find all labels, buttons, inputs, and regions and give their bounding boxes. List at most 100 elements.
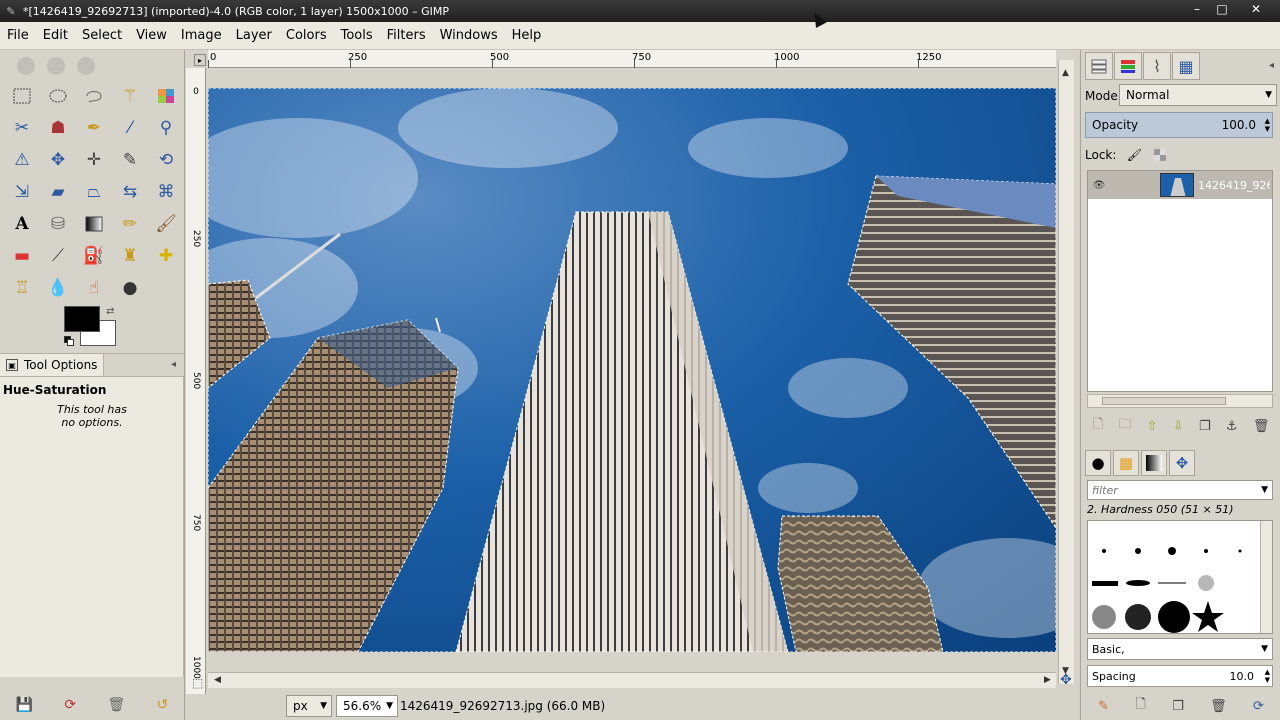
fuzzy-select-icon[interactable]: ⚚ bbox=[112, 80, 148, 112]
minimize-button[interactable]: – bbox=[1186, 0, 1208, 18]
menu-layer[interactable]: Layer bbox=[229, 28, 279, 43]
tab-undo[interactable]: ▦ bbox=[1172, 52, 1200, 80]
bucket-fill-icon[interactable]: ⛁ bbox=[40, 208, 76, 240]
navigate-icon[interactable]: ✥ bbox=[1060, 672, 1072, 688]
brush-grid[interactable] bbox=[1087, 520, 1273, 634]
blur-icon[interactable]: 💧 bbox=[40, 272, 76, 304]
paintbrush-icon[interactable]: 🖌 bbox=[148, 208, 184, 240]
foreground-color[interactable] bbox=[64, 306, 100, 332]
new-brush-icon[interactable]: 🗋 bbox=[1135, 695, 1145, 717]
anchor-layer-icon[interactable]: ⚓ bbox=[1226, 419, 1238, 434]
lock-pixels-icon[interactable]: 🖌 bbox=[1126, 147, 1142, 163]
tab-brushes[interactable]: ● bbox=[1085, 450, 1111, 476]
align-icon[interactable]: ✛ bbox=[76, 144, 112, 176]
tab-paths[interactable]: ⌇ bbox=[1143, 52, 1171, 80]
raise-layer-icon[interactable]: ⇧ bbox=[1147, 419, 1158, 434]
layers-scrollbar[interactable] bbox=[1087, 394, 1273, 408]
menu-filters[interactable]: Filters bbox=[380, 28, 433, 43]
spinner-icon[interactable]: ▲ ▼ bbox=[1265, 117, 1270, 133]
tab-gradients[interactable] bbox=[1141, 450, 1167, 476]
duplicate-layer-icon[interactable]: ❐ bbox=[1199, 419, 1211, 434]
menu-windows[interactable]: Windows bbox=[433, 28, 505, 43]
smudge-icon[interactable]: ☝ bbox=[76, 272, 112, 304]
menu-tools[interactable]: Tools bbox=[334, 28, 380, 43]
ellipse-select-icon[interactable] bbox=[40, 80, 76, 112]
scroll-up-icon[interactable]: ▲ bbox=[1062, 68, 1069, 78]
opacity-slider[interactable]: Opacity 100.0 ▲ ▼ bbox=[1085, 112, 1273, 138]
menu-view[interactable]: View bbox=[129, 28, 174, 43]
dodge-burn-icon[interactable]: ● bbox=[112, 272, 148, 304]
unit-select[interactable]: px ▼ bbox=[286, 695, 332, 717]
image-menu-button[interactable]: ▸ bbox=[194, 54, 206, 66]
eraser-icon[interactable]: ▬ bbox=[4, 240, 40, 272]
mode-select[interactable]: Normal ▼ bbox=[1119, 84, 1277, 106]
rotate-icon[interactable]: ⟲ bbox=[148, 144, 184, 176]
measure-icon[interactable]: ⚠ bbox=[4, 144, 40, 176]
restore-options-icon[interactable]: ⟳ bbox=[64, 697, 76, 713]
tab-patterns[interactable]: ▩ bbox=[1113, 450, 1139, 476]
shear-icon[interactable]: ▰ bbox=[40, 176, 76, 208]
tab-layers[interactable] bbox=[1085, 52, 1113, 80]
menu-colors[interactable]: Colors bbox=[279, 28, 334, 43]
brush-preset-select[interactable]: Basic, ▼ bbox=[1087, 638, 1273, 660]
foreground-select-icon[interactable]: ☗ bbox=[40, 112, 76, 144]
fg-bg-colors[interactable]: ⇄ bbox=[64, 306, 120, 352]
perspective-clone-icon[interactable]: ♖ bbox=[4, 272, 40, 304]
maximize-button[interactable]: □ bbox=[1211, 0, 1233, 18]
ink-icon[interactable]: ⛽ bbox=[76, 240, 112, 272]
pencil-icon[interactable]: ✏ bbox=[112, 208, 148, 240]
layer-name[interactable]: 1426419_926 bbox=[1198, 179, 1270, 192]
scroll-left-icon[interactable]: ◀ bbox=[214, 675, 221, 685]
blend-icon[interactable] bbox=[76, 208, 112, 240]
brush-filter-input[interactable]: filter ▼ bbox=[1087, 480, 1273, 500]
menu-file[interactable]: File bbox=[0, 28, 36, 43]
heal-icon[interactable]: ✚ bbox=[148, 240, 184, 272]
brush-grid-scrollbar[interactable] bbox=[1260, 521, 1272, 633]
clone-icon[interactable]: ♜ bbox=[112, 240, 148, 272]
menu-image[interactable]: Image bbox=[174, 28, 229, 43]
paths-icon[interactable]: ✒ bbox=[76, 112, 112, 144]
save-options-icon[interactable]: 💾 bbox=[16, 697, 33, 713]
scale-icon[interactable]: ⇲ bbox=[4, 176, 40, 208]
crop-icon[interactable]: ✎ bbox=[112, 144, 148, 176]
move-icon[interactable]: ✥ bbox=[40, 144, 76, 176]
new-layer-icon[interactable]: 🗋 bbox=[1093, 415, 1103, 437]
image-canvas[interactable] bbox=[208, 88, 1056, 652]
select-by-color-icon[interactable] bbox=[148, 80, 184, 112]
zoom-select[interactable]: 56.6% ▼ bbox=[336, 695, 398, 717]
layer-row[interactable]: 👁 1426419_926 bbox=[1088, 171, 1272, 199]
reset-options-icon[interactable]: ↺ bbox=[157, 697, 169, 713]
spacing-slider[interactable]: Spacing 10.0 ▲ ▼ bbox=[1087, 665, 1273, 687]
zoom-icon[interactable]: ⚲ bbox=[148, 112, 184, 144]
lock-alpha-icon[interactable] bbox=[1152, 147, 1168, 163]
delete-brush-icon[interactable]: 🗑 bbox=[1210, 699, 1227, 714]
scroll-right-icon[interactable]: ▶ bbox=[1044, 675, 1051, 685]
menu-help[interactable]: Help bbox=[505, 28, 549, 43]
duplicate-brush-icon[interactable]: ❐ bbox=[1172, 699, 1184, 714]
dock-menu-icon[interactable]: ◂ bbox=[1269, 60, 1274, 71]
cage-icon[interactable]: ⌘ bbox=[148, 176, 184, 208]
tab-channels[interactable] bbox=[1114, 52, 1142, 80]
eye-icon[interactable]: 👁 bbox=[1088, 180, 1110, 191]
free-select-icon[interactable] bbox=[76, 80, 112, 112]
swap-colors-icon[interactable]: ⇄ bbox=[106, 306, 114, 317]
canvas-horizontal-scrollbar[interactable]: ◀ ▶ bbox=[208, 672, 1056, 688]
delete-layer-icon[interactable]: 🗑 bbox=[1253, 419, 1270, 434]
new-layer-group-icon[interactable]: 🗀 bbox=[1118, 415, 1131, 437]
scissors-icon[interactable]: ✂ bbox=[4, 112, 40, 144]
close-button[interactable]: ✕ bbox=[1245, 0, 1267, 18]
lower-layer-icon[interactable]: ⇩ bbox=[1173, 419, 1184, 434]
text-icon[interactable]: A bbox=[4, 208, 40, 240]
tab-tool-options[interactable]: ▣ Tool Options bbox=[0, 354, 105, 376]
spinner-icon[interactable]: ▲ ▼ bbox=[1265, 668, 1270, 684]
menu-edit[interactable]: Edit bbox=[36, 28, 75, 43]
rect-select-icon[interactable] bbox=[4, 80, 40, 112]
airbrush-icon[interactable]: ⟋ bbox=[40, 240, 76, 272]
menu-select[interactable]: Select bbox=[75, 28, 129, 43]
refresh-brushes-icon[interactable]: ⟳ bbox=[1253, 699, 1264, 714]
scrollbar-thumb[interactable] bbox=[1102, 397, 1226, 405]
perspective-icon[interactable]: ⏢ bbox=[76, 176, 112, 208]
flip-icon[interactable]: ⇆ bbox=[112, 176, 148, 208]
color-picker-icon[interactable]: ⁄ bbox=[112, 112, 148, 144]
delete-options-icon[interactable]: 🗑 bbox=[107, 697, 125, 713]
